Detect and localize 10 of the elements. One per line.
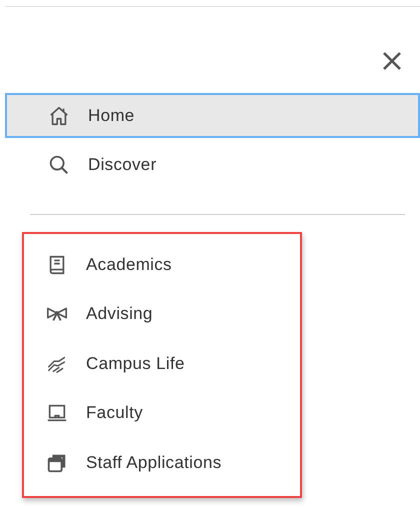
nav-item[interactable]: Faculty [46, 388, 300, 438]
home-icon [48, 104, 70, 126]
close-icon [382, 51, 402, 71]
nav-item[interactable]: Campus Life [46, 339, 300, 388]
nav-item[interactable]: Advising [46, 290, 300, 339]
nav-item[interactable]: Academics [46, 240, 300, 290]
nav-item[interactable]: Home [5, 93, 420, 138]
nav-item[interactable]: Discover [5, 142, 420, 187]
nav-item[interactable]: Staff Applications [46, 438, 300, 488]
search-icon [48, 154, 70, 176]
